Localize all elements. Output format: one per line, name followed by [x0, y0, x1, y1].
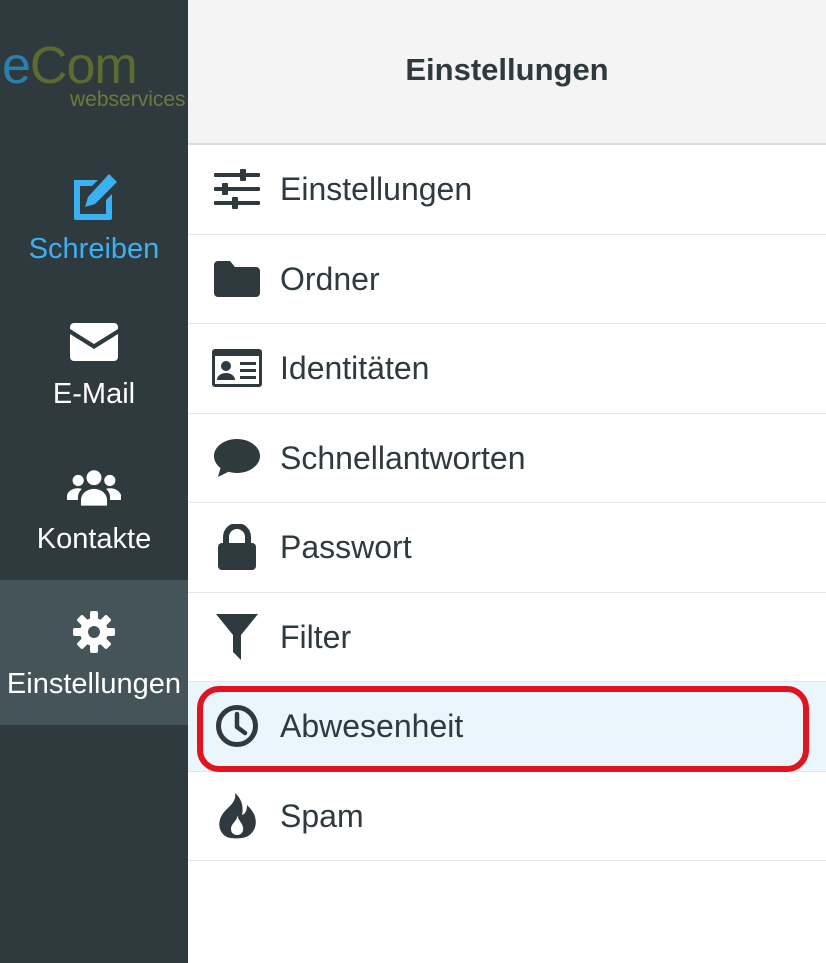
edit-icon [67, 170, 121, 224]
sidebar-item-einstellungen[interactable]: Einstellungen [0, 580, 188, 725]
sidebar-item-kontakte[interactable]: Kontakte [0, 435, 188, 580]
settings-item-ordner[interactable]: Ordner [188, 235, 826, 324]
settings-item-label: Ordner [280, 260, 380, 297]
speech-bubble-icon [212, 433, 262, 483]
sidebar: eCom webservices Schreiben E-Mail Kontak… [0, 0, 188, 963]
sliders-icon [212, 164, 262, 214]
fire-icon [212, 791, 262, 841]
sidebar-item-label: Schreiben [28, 232, 160, 265]
settings-item-abwesenheit[interactable]: Abwesenheit [188, 682, 826, 772]
settings-item-spam[interactable]: Spam [188, 772, 826, 861]
settings-item-label: Filter [280, 618, 352, 655]
id-card-icon [212, 343, 262, 393]
sidebar-item-email[interactable]: E-Mail [0, 290, 188, 435]
page-title: Einstellungen [405, 52, 609, 87]
settings-list: Einstellungen Ordner Identitäten Schnell… [188, 145, 826, 861]
settings-item-einstellungen[interactable]: Einstellungen [188, 145, 826, 235]
settings-item-label: Passwort [280, 529, 412, 566]
sidebar-item-label: Kontakte [36, 522, 152, 555]
sidebar-item-schreiben[interactable]: Schreiben [0, 145, 188, 290]
settings-item-label: Identitäten [280, 350, 430, 387]
lock-icon [212, 522, 262, 572]
filter-icon [212, 612, 262, 662]
sidebar-item-label: E-Mail [52, 377, 136, 410]
clock-icon [212, 701, 262, 751]
settings-item-label: Spam [280, 797, 364, 834]
settings-item-label: Einstellungen [280, 171, 473, 208]
sidebar-item-label: Einstellungen [6, 667, 182, 700]
settings-item-identitaeten[interactable]: Identitäten [188, 324, 826, 414]
settings-item-label: Schnellantworten [280, 439, 526, 476]
settings-item-label: Abwesenheit [280, 708, 464, 745]
envelope-icon [67, 315, 121, 369]
gear-icon [67, 605, 121, 659]
folder-icon [212, 254, 262, 304]
users-icon [67, 460, 121, 514]
settings-item-passwort[interactable]: Passwort [188, 503, 826, 593]
settings-header: Einstellungen [188, 0, 826, 145]
settings-item-filter[interactable]: Filter [188, 593, 826, 682]
logo-subtitle: webservices [70, 88, 186, 111]
settings-item-schnellantworten[interactable]: Schnellantworten [188, 414, 826, 503]
